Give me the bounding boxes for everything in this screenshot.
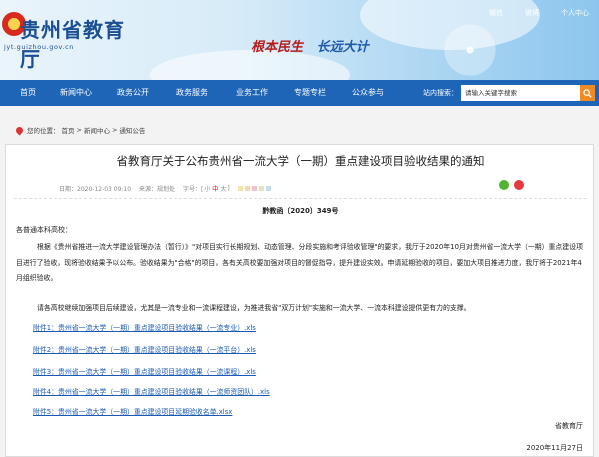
breadcrumb-separator: >: [111, 126, 118, 134]
sign-date: 2020年11月27日: [526, 444, 583, 452]
title-divider: [14, 198, 587, 199]
nav-item-public-participation[interactable]: 公众参与: [352, 80, 384, 106]
breadcrumb-item-news[interactable]: 新闻中心: [84, 125, 110, 135]
theme-swatch[interactable]: [251, 186, 257, 191]
logo-url: jyt.guizhou.gov.cn: [4, 43, 75, 51]
nav-item-gov-services[interactable]: 政务服务: [176, 80, 208, 106]
header-slogan: 根本民生 长远大计: [251, 36, 369, 55]
theme-swatch[interactable]: [237, 186, 243, 191]
attachment-link-2[interactable]: 附件2：贵州省一流大学（一期）重点建设项目验收结果（一流平台）.xls: [33, 344, 256, 354]
weibo-icon[interactable]: [514, 180, 524, 190]
nav-item-home[interactable]: 首页: [20, 80, 36, 106]
signature: 省教育厅: [555, 422, 583, 430]
color-theme-picker: [237, 186, 271, 191]
meta-gap: [178, 185, 180, 192]
article-date: 日期：2020-12-03 09:10: [59, 186, 132, 193]
breadcrumb-prefix: 您的位置：: [27, 127, 60, 135]
main-nav: 首页 新闻中心 政务公开 政务服务 业务工作 专题专栏 公众参与 站内搜索： 请…: [0, 80, 599, 106]
attachment-link-5[interactable]: 附件5：贵州省一流大学（一期）重点建设项目延期验收名单.xlsx: [33, 406, 232, 416]
location-pin-icon: [14, 125, 25, 135]
theme-swatch[interactable]: [265, 186, 271, 191]
breadcrumb-item-home[interactable]: 首页: [62, 125, 75, 135]
greeting: 各普通本科高校：: [16, 226, 72, 234]
body-paragraph-2: 请各高校继续加强项目后续建设，尤其是一流专业和一流课程建设，为推进我省"双万计划…: [37, 304, 471, 312]
theme-swatch[interactable]: [258, 186, 264, 191]
top-link-wechat[interactable]: 微信: [489, 8, 503, 18]
attachment-link-1[interactable]: 附件1：贵州省一流大学（一期）重点建设项目验收结果（一流专业）.xls: [33, 322, 256, 332]
wechat-icon[interactable]: [499, 180, 509, 190]
article-source: 来源：规划处: [139, 186, 176, 193]
font-size-medium[interactable]: 中: [212, 184, 218, 193]
breadcrumb: 您的位置： 首页 > 新闻中心 > 通知公告: [14, 125, 147, 135]
search-input[interactable]: 请输入关键字搜索: [461, 85, 580, 101]
search-icon: [583, 89, 592, 98]
body-paragraph-1: 根据《贵州省推进一流大学建设管理办法（暂行）》"对项目实行长期规划、动态管理、分…: [16, 243, 583, 282]
nav-item-gov-affairs[interactable]: 政务公开: [117, 80, 149, 106]
search-label: 站内搜索：: [423, 89, 458, 97]
site-header: 贵州省教育厅 jyt.guizhou.gov.cn 根本民生 长远大计 微信 微…: [0, 0, 599, 80]
attachment-link-3[interactable]: 附件3：贵州省一流大学（一期）重点建设项目验收结果（一流课程）.xls: [33, 366, 256, 376]
breadcrumb-separator: >: [76, 126, 82, 134]
slogan-part-1: 根本民生: [251, 40, 304, 55]
article-title: 省教育厅关于公布贵州省一流大学（一期）重点建设项目验收结果的通知: [116, 154, 485, 168]
breadcrumb-item-notices[interactable]: 通知公告: [119, 125, 145, 135]
font-size-small[interactable]: 小: [204, 184, 210, 193]
attachment-link-4[interactable]: 附件4：贵州省一流大学（一期）重点建设项目验收结果（一流师资团队）.xls: [33, 386, 270, 396]
top-link-weibo[interactable]: 微博: [525, 8, 539, 18]
theme-swatch[interactable]: [244, 186, 250, 191]
article-panel: 省教育厅关于公布贵州省一流大学（一期）重点建设项目验收结果的通知 日期：2020…: [5, 144, 594, 457]
font-size-close: ]: [227, 185, 230, 192]
document-number: 黔教函〔2020〕349号: [262, 207, 339, 215]
top-link-personal-center[interactable]: 个人中心: [561, 8, 589, 18]
breadcrumb-bar: 您的位置： 首页 > 新闻中心 > 通知公告: [0, 106, 599, 144]
nav-item-news[interactable]: 新闻中心: [60, 80, 92, 106]
font-size-large[interactable]: 大: [220, 184, 226, 193]
font-size-label: 字号：[: [182, 186, 204, 193]
nav-item-business[interactable]: 业务工作: [236, 80, 268, 106]
article-meta: 日期：2020-12-03 09:10 来源：规划处 字号：[ 小 中 大 ]: [59, 184, 271, 193]
search-button[interactable]: [580, 85, 595, 101]
top-links: 微信 微博 个人中心: [467, 8, 589, 18]
share-buttons: [499, 180, 524, 190]
dandelion-decoration: [440, 20, 500, 80]
meta-gap: [134, 185, 136, 192]
slogan-gap: [308, 40, 313, 55]
site-logo[interactable]: 贵州省教育厅 jyt.guizhou.gov.cn: [2, 10, 132, 71]
slogan-part-2: 长远大计: [316, 40, 369, 55]
nav-item-special-topics[interactable]: 专题专栏: [294, 80, 326, 106]
